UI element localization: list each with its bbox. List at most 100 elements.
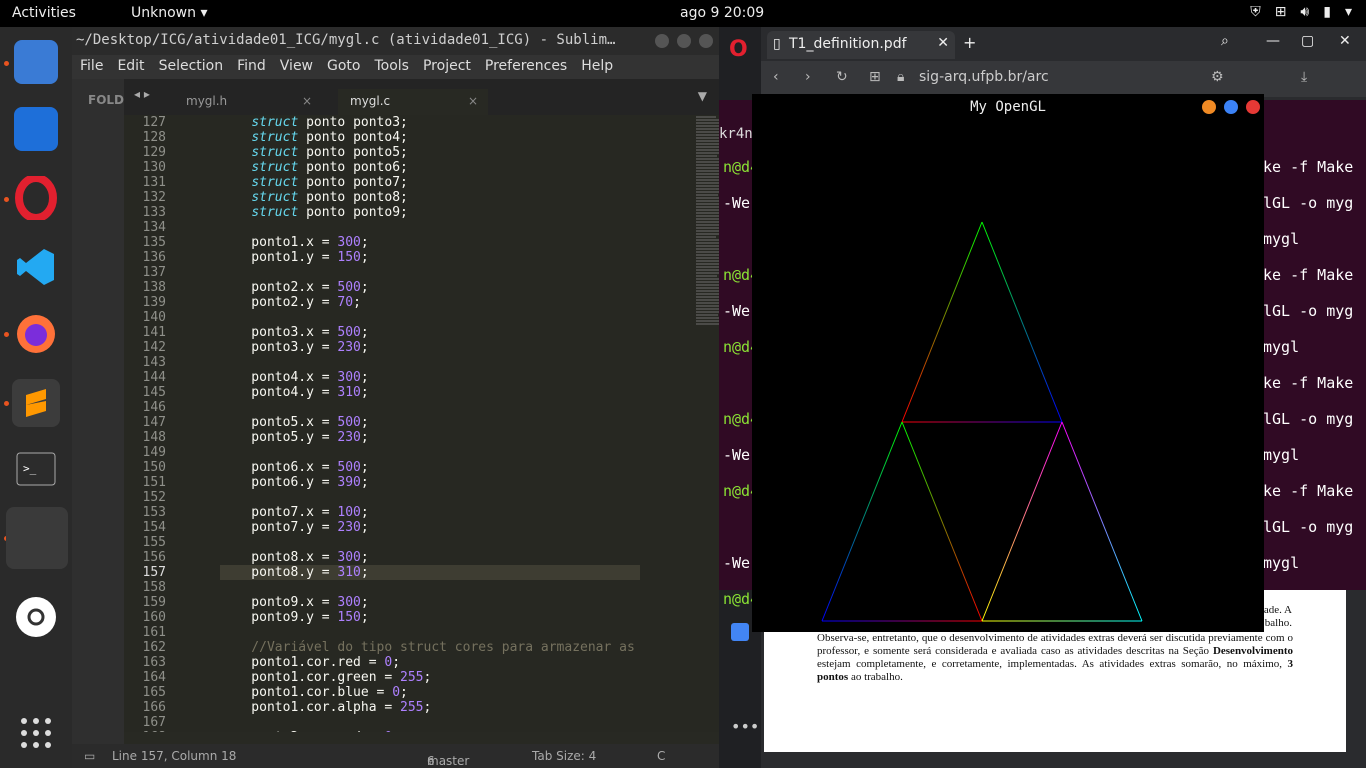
maximize-icon[interactable]: ▢ xyxy=(1301,33,1314,49)
code-line[interactable] xyxy=(220,355,640,370)
code-line[interactable] xyxy=(220,400,640,415)
activities-button[interactable]: Activities xyxy=(12,5,76,21)
new-tab-icon[interactable]: + xyxy=(963,33,976,52)
syntax-language[interactable]: C xyxy=(657,749,665,763)
code-line[interactable]: ponto6.x = 500; xyxy=(220,460,640,475)
menu-edit[interactable]: Edit xyxy=(117,58,144,76)
network-icon[interactable]: ⊞ xyxy=(1275,4,1287,20)
code-area[interactable]: struct ponto ponto3; struct ponto ponto4… xyxy=(220,115,640,732)
code-line[interactable] xyxy=(220,265,640,280)
tab-mygl-h[interactable]: mygl.h × xyxy=(174,89,322,115)
back-icon[interactable]: ‹ xyxy=(773,69,779,85)
menu-project[interactable]: Project xyxy=(423,58,471,76)
code-line[interactable]: ponto1.cor.blue = 0; xyxy=(220,685,640,700)
tab-mygl-c[interactable]: mygl.c × xyxy=(338,89,488,115)
code-line[interactable]: struct ponto ponto5; xyxy=(220,145,640,160)
code-line[interactable]: ponto5.x = 500; xyxy=(220,415,640,430)
maximize-button[interactable] xyxy=(677,34,691,48)
code-line[interactable] xyxy=(220,535,640,550)
notes-app-icon[interactable] xyxy=(14,40,58,84)
close-button[interactable] xyxy=(699,34,713,48)
reload-icon[interactable]: ↻ xyxy=(836,69,848,85)
code-line[interactable]: ponto6.y = 390; xyxy=(220,475,640,490)
code-line[interactable] xyxy=(220,310,640,325)
folder-sidebar[interactable]: FOLD xyxy=(72,79,124,744)
tab-nav-arrows-icon[interactable]: ◂ ▸ xyxy=(134,87,150,101)
code-line[interactable] xyxy=(220,490,640,505)
code-line[interactable]: ponto1.y = 150; xyxy=(220,250,640,265)
minimize-button[interactable] xyxy=(655,34,669,48)
code-line[interactable]: ponto3.y = 230; xyxy=(220,340,640,355)
code-line[interactable]: ponto2.y = 70; xyxy=(220,295,640,310)
firefox-icon[interactable] xyxy=(14,312,58,356)
code-line[interactable]: ponto2.x = 500; xyxy=(220,280,640,295)
translate-icon[interactable] xyxy=(731,623,749,641)
code-line[interactable]: ponto1.cor.green = 255; xyxy=(220,670,640,685)
clock[interactable]: ago 9 20:09 xyxy=(680,5,764,21)
close-tab-icon[interactable]: × xyxy=(302,94,312,108)
vscode-icon[interactable] xyxy=(14,245,58,289)
battery-icon[interactable]: ▮ xyxy=(1323,4,1331,20)
code-line[interactable] xyxy=(220,580,640,595)
minimap[interactable] xyxy=(692,115,719,545)
url-field[interactable]: sig-arq.ufpb.br/arc xyxy=(919,69,1059,85)
code-line[interactable]: ponto1.cor.red = 0; xyxy=(220,655,640,670)
system-tray[interactable]: ⛨ ⊞ 🔊︎ ▮ ▾ xyxy=(1250,4,1352,20)
speed-dial-icon[interactable]: ⊞ xyxy=(869,69,881,85)
opengl-window-thumbnail[interactable] xyxy=(6,507,68,569)
menu-help[interactable]: Help xyxy=(581,58,613,76)
code-line[interactable] xyxy=(220,445,640,460)
code-line[interactable]: ponto5.y = 230; xyxy=(220,430,640,445)
search-icon[interactable]: ⌕ xyxy=(1221,33,1229,49)
menu-goto[interactable]: Goto xyxy=(327,58,360,76)
menu-preferences[interactable]: Preferences xyxy=(485,58,567,76)
code-line[interactable]: ponto8.x = 300; xyxy=(220,550,640,565)
close-tab-icon[interactable]: ✕ xyxy=(937,35,949,51)
tab-size[interactable]: Tab Size: 4 xyxy=(532,749,596,763)
sublime-text-icon[interactable] xyxy=(12,379,60,427)
download-icon[interactable]: ⤓ xyxy=(1301,69,1307,85)
optical-drive-icon[interactable] xyxy=(14,595,58,639)
menu-tools[interactable]: Tools xyxy=(374,58,409,76)
menu-view[interactable]: View xyxy=(280,58,313,76)
code-line[interactable] xyxy=(220,715,640,730)
browser-tab[interactable]: ▯ T1_definition.pdf ✕ xyxy=(767,31,955,59)
code-line[interactable]: struct ponto ponto8; xyxy=(220,190,640,205)
code-line[interactable]: ponto2.cor.red = 0; xyxy=(220,730,640,732)
code-line[interactable]: struct ponto ponto6; xyxy=(220,160,640,175)
opengl-window[interactable]: My OpenGL xyxy=(752,94,1264,632)
close-tab-icon[interactable]: × xyxy=(468,94,478,108)
forward-icon[interactable]: › xyxy=(805,69,811,85)
panel-toggle-icon[interactable]: ▭ xyxy=(84,749,95,763)
opera-browser-icon[interactable] xyxy=(14,176,58,220)
volume-icon[interactable]: 🔊︎ xyxy=(1300,4,1309,20)
code-line[interactable]: struct ponto ponto3; xyxy=(220,115,640,130)
code-editor[interactable]: 127 128 129 130 131 132 133 134 135 136 137 138 139 1… xyxy=(124,115,719,732)
code-line[interactable] xyxy=(220,625,640,640)
code-line[interactable]: ponto8.y = 310; xyxy=(220,565,640,580)
code-line[interactable] xyxy=(220,220,640,235)
app-menu[interactable]: Unknown ▾ xyxy=(131,5,207,21)
opera-logo-icon[interactable]: O xyxy=(729,37,748,62)
libreoffice-writer-icon[interactable] xyxy=(14,107,58,151)
code-line[interactable]: ponto7.y = 230; xyxy=(220,520,640,535)
code-line[interactable]: ponto3.x = 500; xyxy=(220,325,640,340)
menu-find[interactable]: Find xyxy=(237,58,266,76)
menu-file[interactable]: File xyxy=(80,58,103,76)
more-icon[interactable]: ••• xyxy=(731,717,759,736)
code-line[interactable]: struct ponto ponto9; xyxy=(220,205,640,220)
menu-selection[interactable]: Selection xyxy=(159,58,224,76)
code-line[interactable]: ponto7.x = 100; xyxy=(220,505,640,520)
code-line[interactable]: //Variável do tipo struct cores para arm… xyxy=(220,640,640,655)
code-line[interactable]: ponto4.y = 310; xyxy=(220,385,640,400)
code-line[interactable]: ponto1.cor.alpha = 255; xyxy=(220,700,640,715)
power-icon[interactable]: ▾ xyxy=(1345,4,1352,20)
close-icon[interactable]: ✕ xyxy=(1339,33,1351,49)
settings-icon[interactable]: ⚙ xyxy=(1211,69,1224,85)
code-line[interactable]: ponto9.y = 150; xyxy=(220,610,640,625)
code-line[interactable]: ponto4.x = 300; xyxy=(220,370,640,385)
code-line[interactable]: struct ponto ponto7; xyxy=(220,175,640,190)
tab-list-dropdown-icon[interactable]: ▼ xyxy=(698,89,707,103)
terminal-icon[interactable]: >_ xyxy=(14,447,58,491)
code-line[interactable]: struct ponto ponto4; xyxy=(220,130,640,145)
